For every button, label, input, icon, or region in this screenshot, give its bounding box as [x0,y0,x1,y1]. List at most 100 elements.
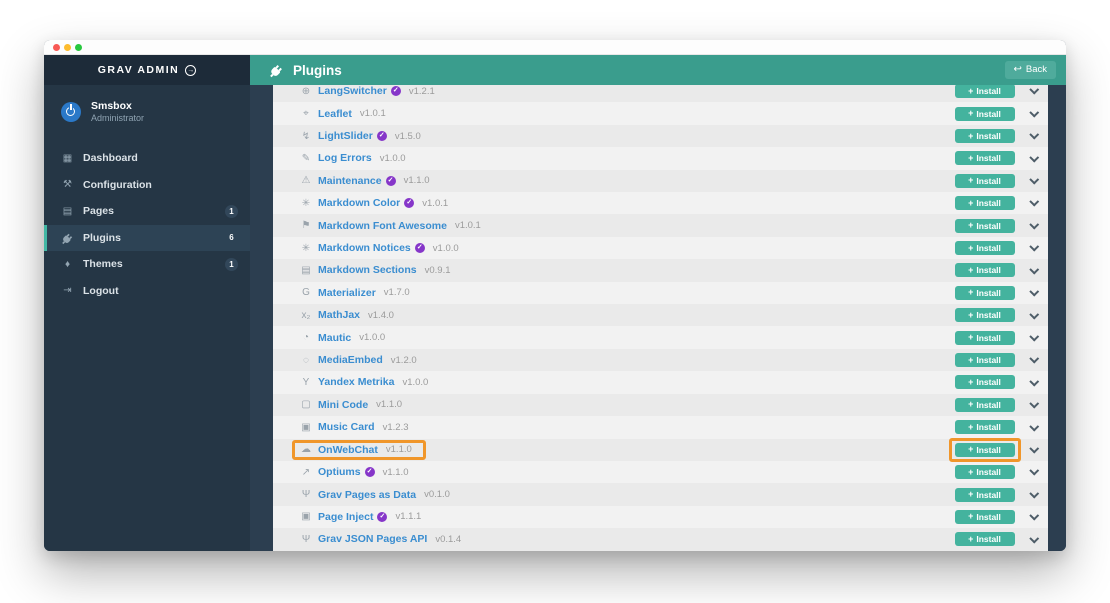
chevron-down-icon[interactable] [1029,108,1038,117]
install-button[interactable]: + Install [955,219,1015,233]
sidebar-item-configuration[interactable]: ⚒ Configuration [44,172,250,199]
plug-icon [60,231,75,245]
plugin-name-link[interactable]: MathJax [318,309,360,321]
user-profile[interactable]: Smsbox Administrator [44,85,250,135]
plugin-title-group: ✳ Markdown Notices ✓ v1.0.0 [292,238,473,258]
plugin-name-link[interactable]: LangSwitcher [318,85,387,97]
chevron-down-icon[interactable] [1029,332,1038,341]
install-button[interactable]: + Install [955,151,1015,165]
plugin-name-link[interactable]: MediaEmbed [318,354,383,366]
map-marker-icon: ⌖ [299,108,313,119]
install-button[interactable]: + Install [955,532,1015,546]
sidebar-menu: ▦ Dashboard ⚒ Configuration ▤ Pages 1 Pl… [44,145,250,304]
install-button[interactable]: + Install [955,420,1015,434]
plugin-name-link[interactable]: Log Errors [318,152,372,164]
back-button[interactable]: ↩ Back [1005,61,1056,79]
plugin-title-group: ▣ Page Inject ✓ v1.1.1 [292,507,435,527]
plugin-list-panel[interactable]: ⊕ LangSwitcher ✓ v1.2.1 + Install ⌖ Leaf… [273,85,1048,551]
plugin-name-link[interactable]: Grav Pages as Data [318,489,416,501]
minimize-window-button[interactable] [64,44,71,51]
install-button[interactable]: + Install [955,398,1015,412]
chevron-down-icon[interactable] [1029,511,1038,520]
sidebar-item-themes[interactable]: ♦ Themes 1 [44,251,250,278]
install-button[interactable]: + Install [955,129,1015,143]
chevron-down-icon[interactable] [1029,488,1038,497]
plugin-name-link[interactable]: Leaflet [318,108,352,120]
chevron-down-icon[interactable] [1029,466,1038,475]
chevron-down-icon[interactable] [1029,444,1038,453]
chevron-down-icon[interactable] [1029,197,1038,206]
install-button[interactable]: + Install [955,331,1015,345]
install-button[interactable]: + Install [955,263,1015,277]
plugin-name-link[interactable]: Music Card [318,421,375,433]
plugin-version: v1.5.0 [395,131,421,142]
plugin-version: v1.0.0 [380,153,406,164]
chevron-down-icon[interactable] [1029,85,1038,94]
plugin-name-link[interactable]: Markdown Sections [318,264,417,276]
sidebar-item-plugins[interactable]: Plugins 6 [44,225,250,252]
install-button[interactable]: + Install [955,85,1015,98]
plugin-name-link[interactable]: LightSlider [318,130,373,142]
install-button[interactable]: + Install [955,443,1015,457]
install-button[interactable]: + Install [955,196,1015,210]
plugin-row: ⚠ Maintenance ✓ v1.1.0 + Install [273,170,1048,192]
zoom-window-button[interactable] [75,44,82,51]
chevron-down-icon[interactable] [1029,399,1038,408]
plus-icon: + [968,266,973,275]
asterisk-icon: ✳ [299,243,313,254]
plugin-name-link[interactable]: Grav JSON Pages API [318,533,427,545]
chevron-down-icon[interactable] [1029,376,1038,385]
chevron-down-icon[interactable] [1029,242,1038,251]
plus-icon: + [968,468,973,477]
plugin-name-link[interactable]: Mautic [318,332,351,344]
plugin-row: ⌖ Leaflet v1.0.1 + Install [273,102,1048,124]
sidebar-item-dashboard[interactable]: ▦ Dashboard [44,145,250,172]
chevron-down-icon[interactable] [1029,354,1038,363]
pie-chart-icon: ◔ [299,332,313,343]
plugin-title-group: ⌖ Leaflet v1.0.1 [292,104,400,124]
warning-icon: ⚠ [299,175,313,186]
plugin-name-link[interactable]: Markdown Font Awesome [318,220,447,232]
sidebar-item-logout[interactable]: ⇥ Logout [44,278,250,305]
plugin-name-link[interactable]: Materializer [318,287,376,299]
chevron-down-icon[interactable] [1029,220,1038,229]
chevron-down-icon[interactable] [1029,533,1038,542]
install-button-wrap: + Install [949,303,1021,327]
plugin-name-link[interactable]: Markdown Color [318,197,400,209]
install-button[interactable]: + Install [955,375,1015,389]
close-window-button[interactable] [53,44,60,51]
chevron-down-icon[interactable] [1029,130,1038,139]
sidebar-item-pages[interactable]: ▤ Pages 1 [44,198,250,225]
window-titlebar [44,40,1066,55]
count-badge: 1 [225,205,238,218]
install-button[interactable]: + Install [955,286,1015,300]
plugin-row: ▢ Mini Code v1.1.0 + Install [273,394,1048,416]
install-button[interactable]: + Install [955,241,1015,255]
install-button[interactable]: + Install [955,174,1015,188]
plugin-name-link[interactable]: Page Inject [318,511,373,523]
install-button[interactable]: + Install [955,353,1015,367]
chevron-down-icon[interactable] [1029,287,1038,296]
plugin-name-link[interactable]: Markdown Notices [318,242,411,254]
plugin-name-link[interactable]: Optiums [318,466,361,478]
arrow-circle-right-icon[interactable]: → [185,65,196,76]
chevron-down-icon[interactable] [1029,309,1038,318]
plugin-name-link[interactable]: OnWebChat [318,444,378,456]
install-button[interactable]: + Install [955,107,1015,121]
plugin-name-link[interactable]: Yandex Metrika [318,376,394,388]
chevron-down-icon[interactable] [1029,175,1038,184]
install-button[interactable]: + Install [955,308,1015,322]
plugin-title-group: ⊕ LangSwitcher ✓ v1.2.1 [292,85,449,101]
chevron-down-icon[interactable] [1029,421,1038,430]
plus-icon: + [968,535,973,544]
letter-g-icon: G [299,287,313,298]
install-button[interactable]: + Install [955,465,1015,479]
install-button[interactable]: + Install [955,488,1015,502]
plus-icon: + [968,490,973,499]
plugin-name-link[interactable]: Mini Code [318,399,368,411]
chevron-down-icon[interactable] [1029,264,1038,273]
plugin-version: v1.1.1 [395,511,421,522]
plugin-name-link[interactable]: Maintenance [318,175,382,187]
chevron-down-icon[interactable] [1029,152,1038,161]
install-button[interactable]: + Install [955,510,1015,524]
